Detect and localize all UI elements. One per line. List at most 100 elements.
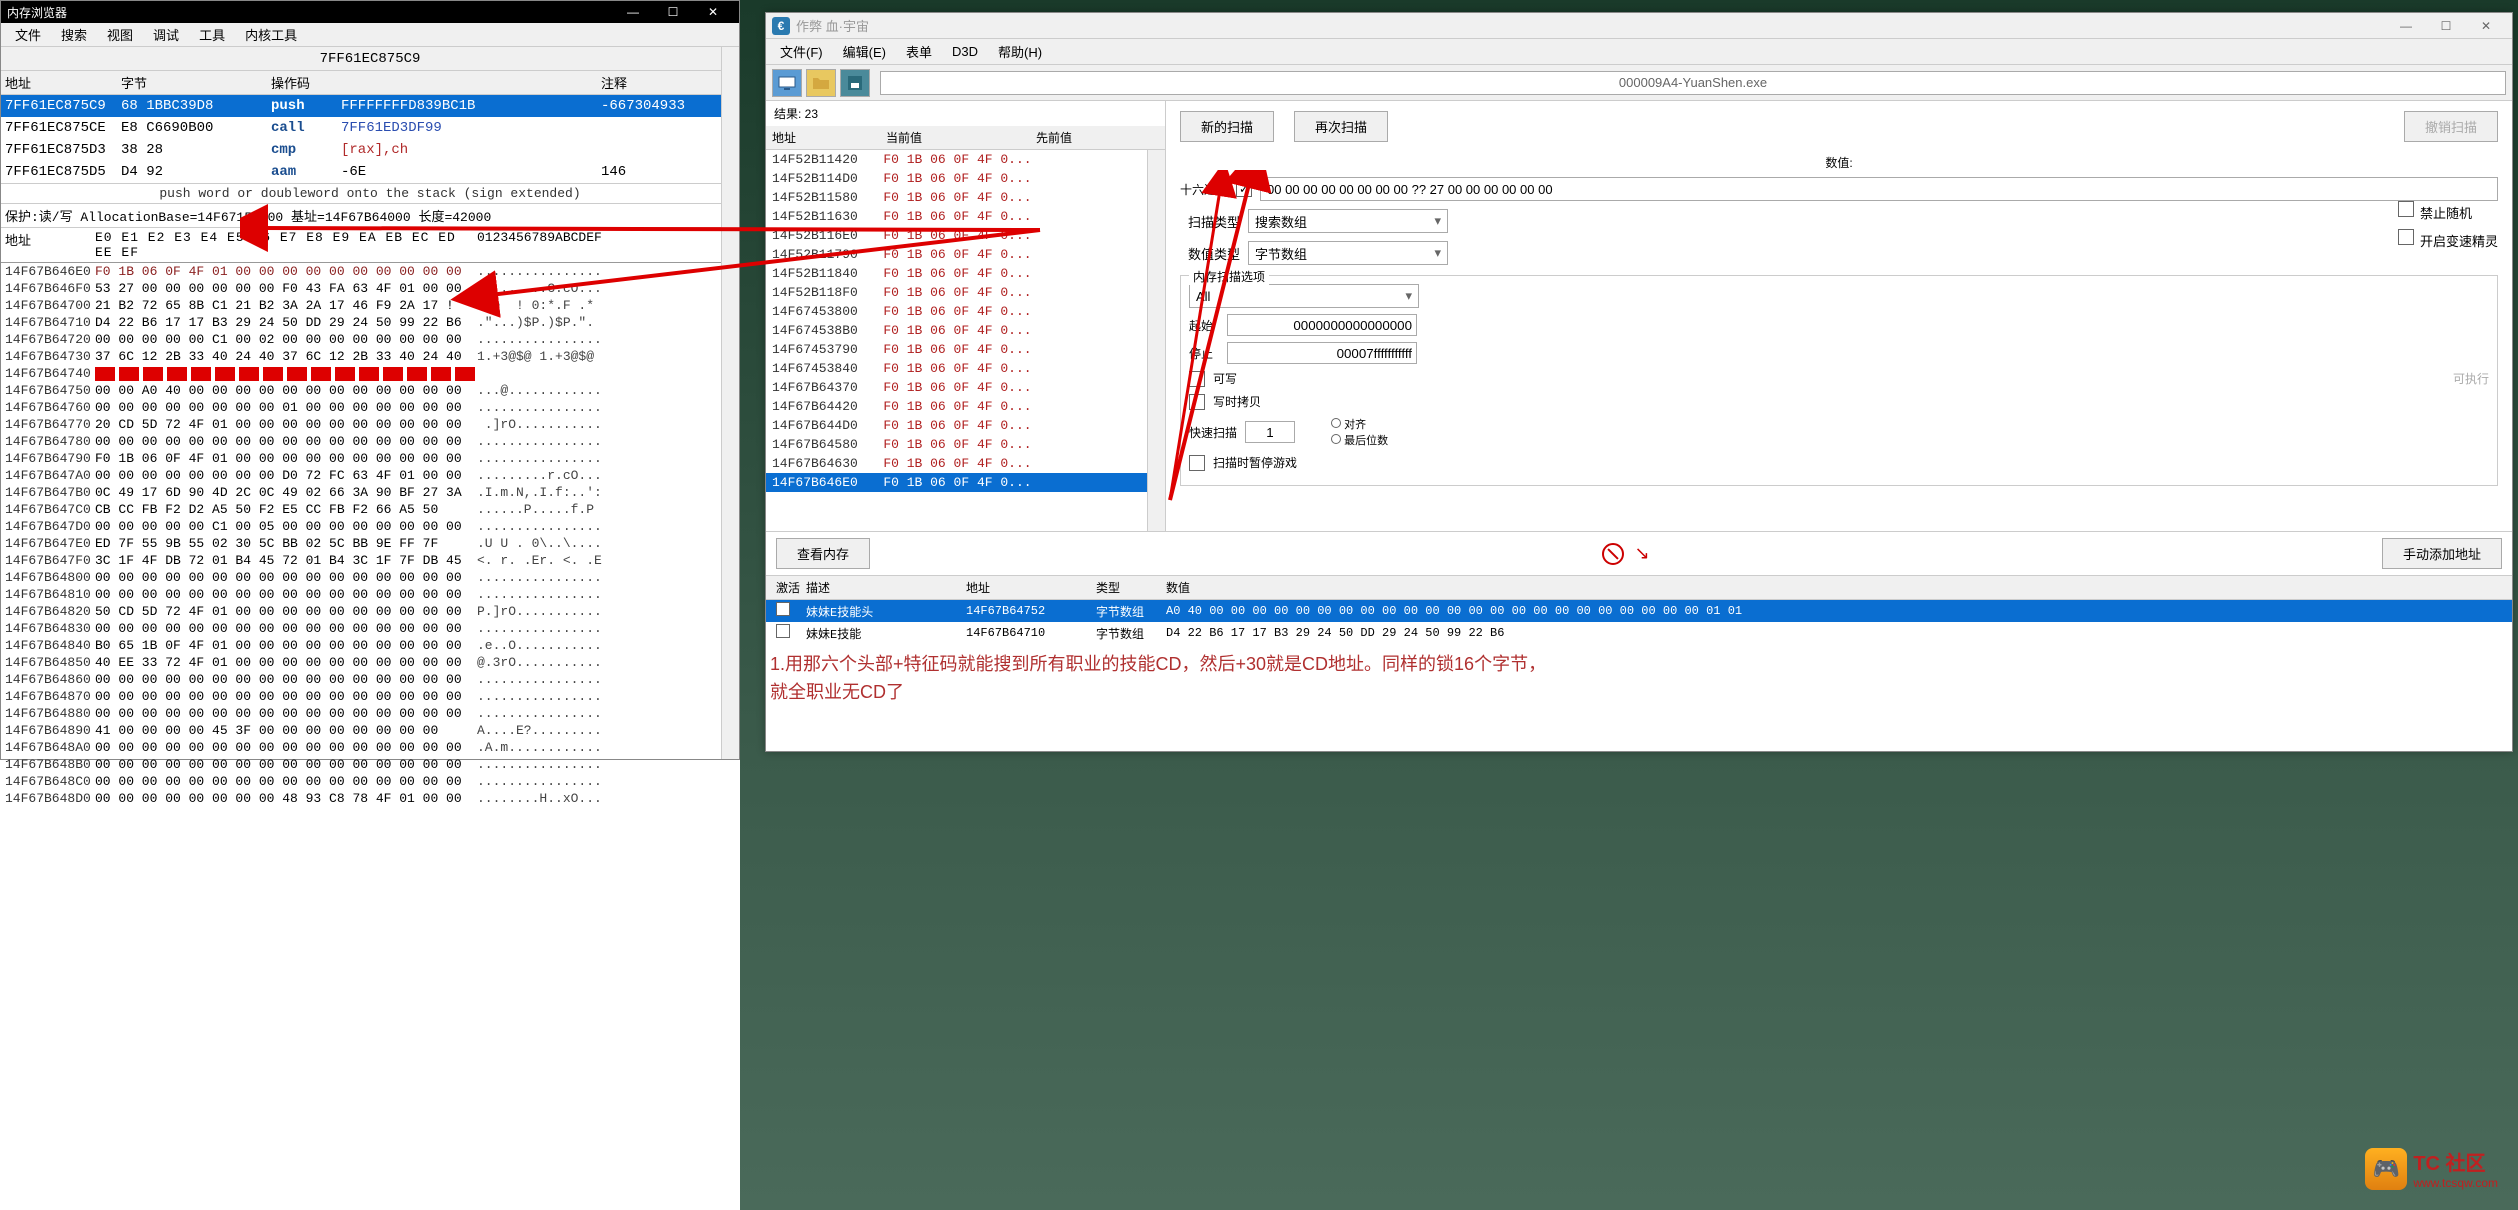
result-row[interactable]: 14F52B11630F0 1B 06 0F 4F 0... (766, 207, 1147, 226)
hex-row[interactable]: 14F67B647F03C 1F 4F DB 72 01 B4 45 72 01… (1, 552, 739, 569)
result-row[interactable]: 14F67B64370F0 1B 06 0F 4F 0... (766, 378, 1147, 397)
pause-checkbox[interactable] (1189, 455, 1205, 471)
result-row[interactable]: 14F67453840F0 1B 06 0F 4F 0... (766, 359, 1147, 378)
save-button[interactable] (840, 69, 870, 97)
arrow-down-icon[interactable]: ↘ (1634, 543, 1649, 564)
start-input[interactable] (1227, 314, 1417, 336)
menu-item[interactable]: 视图 (97, 23, 143, 46)
hex-row[interactable]: 14F67B64790F0 1B 06 0F 4F 01 00 00 00 00… (1, 450, 739, 467)
address-bar[interactable]: 7FF61EC875C9 (1, 47, 739, 71)
hex-row[interactable]: 14F67B6487000 00 00 00 00 00 00 00 00 00… (1, 688, 739, 705)
result-row[interactable]: 14F674538B0F0 1B 06 0F 4F 0... (766, 321, 1147, 340)
view-memory-button[interactable]: 查看内存 (776, 538, 870, 569)
hex-row[interactable]: 14F67B6475000 00 A0 40 00 00 00 00 00 00… (1, 382, 739, 399)
close-button[interactable]: ✕ (693, 1, 733, 23)
hex-row[interactable]: 14F67B6483000 00 00 00 00 00 00 00 00 00… (1, 620, 739, 637)
open-file-button[interactable] (806, 69, 836, 97)
no-random-checkbox[interactable] (2398, 201, 2414, 217)
hex-row[interactable]: 14F67B647E0ED 7F 55 9B 55 02 30 5C BB 02… (1, 535, 739, 552)
menu-item[interactable]: 帮助(H) (988, 40, 1052, 63)
writable-checkbox[interactable] (1189, 371, 1205, 387)
open-process-button[interactable] (772, 69, 802, 97)
manual-add-button[interactable]: 手动添加地址 (2382, 538, 2502, 569)
table-row[interactable]: 妹妹E技能头14F67B64752字节数组A0 40 00 00 00 00 0… (766, 600, 2512, 622)
scan-type-select[interactable]: 搜索数组 (1248, 209, 1448, 233)
hex-row[interactable]: 14F67B6476000 00 00 00 00 00 00 00 01 00… (1, 399, 739, 416)
hex-row[interactable]: 14F67B6481000 00 00 00 00 00 00 00 00 00… (1, 586, 739, 603)
table-row[interactable]: 妹妹E技能14F67B64710字节数组D4 22 B6 17 17 B3 29… (766, 622, 2512, 644)
menu-item[interactable]: 文件 (5, 23, 51, 46)
hex-row[interactable]: 14F67B6472000 00 00 00 00 C1 00 02 00 00… (1, 331, 739, 348)
hex-row[interactable]: 14F67B6478000 00 00 00 00 00 00 00 00 00… (1, 433, 739, 450)
left-scrollbar[interactable] (721, 47, 739, 759)
hex-row[interactable]: 14F67B647D000 00 00 00 00 C1 00 05 00 00… (1, 518, 739, 535)
process-name[interactable]: 000009A4-YuanShen.exe (880, 71, 2506, 95)
result-row[interactable]: 14F67B64580F0 1B 06 0F 4F 0... (766, 435, 1147, 454)
result-scrollbar[interactable] (1147, 150, 1165, 531)
hex-row[interactable]: 14F67B64740 (1, 365, 739, 382)
result-row[interactable]: 14F52B116E0F0 1B 06 0F 4F 0... (766, 226, 1147, 245)
menu-item[interactable]: 文件(F) (770, 40, 833, 63)
hex-rows[interactable]: 14F67B646E0F0 1B 06 0F 4F 01 00 00 00 00… (1, 263, 739, 807)
hex-row[interactable]: 14F67B6489041 00 00 00 00 45 3F 00 00 00… (1, 722, 739, 739)
hex-row[interactable]: 14F67B6486000 00 00 00 00 00 00 00 00 00… (1, 671, 739, 688)
hex-row[interactable]: 14F67B648D000 00 00 00 00 00 00 00 48 93… (1, 790, 739, 807)
menu-item[interactable]: 编辑(E) (833, 40, 896, 63)
hex-row[interactable]: 14F67B647B00C 49 17 6D 90 4D 2C 0C 49 02… (1, 484, 739, 501)
hex-row[interactable]: 14F67B6473037 6C 12 2B 33 40 24 40 37 6C… (1, 348, 739, 365)
hex-row[interactable]: 14F67B64710D4 22 B6 17 17 B3 29 24 50 DD… (1, 314, 739, 331)
hex-row[interactable]: 14F67B648B000 00 00 00 00 00 00 00 00 00… (1, 756, 739, 773)
cow-checkbox[interactable] (1189, 394, 1205, 410)
menu-item[interactable]: 表单 (896, 40, 942, 63)
menu-item[interactable]: 搜索 (51, 23, 97, 46)
right-titlebar[interactable]: € 作弊 血·宇宙 — ☐ ✕ (766, 13, 2512, 39)
hex-row[interactable]: 14F67B646E0F0 1B 06 0F 4F 01 00 00 00 00… (1, 263, 739, 280)
left-titlebar[interactable]: 内存浏览器 — ☐ ✕ (1, 1, 739, 23)
menu-item[interactable]: 调试 (143, 23, 189, 46)
disasm-row[interactable]: 7FF61EC875CEE8 C6690B00call7FF61ED3DF99 (1, 117, 739, 139)
stop-input[interactable] (1227, 342, 1417, 364)
result-list[interactable]: 14F52B11420F0 1B 06 0F 4F 0...14F52B114D… (766, 150, 1147, 531)
speed-checkbox[interactable] (2398, 229, 2414, 245)
maximize-button[interactable]: ☐ (2426, 14, 2466, 38)
value-type-select[interactable]: 字节数组 (1248, 241, 1448, 265)
fast-input[interactable] (1245, 421, 1295, 443)
result-row[interactable]: 14F67B64630F0 1B 06 0F 4F 0... (766, 454, 1147, 473)
minimize-button[interactable]: — (613, 1, 653, 23)
hex-row[interactable]: 14F67B64840B0 65 1B 0F 4F 01 00 00 00 00… (1, 637, 739, 654)
hex-row[interactable]: 14F67B648C000 00 00 00 00 00 00 00 00 00… (1, 773, 739, 790)
result-row[interactable]: 14F67B646E0F0 1B 06 0F 4F 0... (766, 473, 1147, 492)
disasm-row[interactable]: 7FF61EC875D338 28cmp[rax],ch (1, 139, 739, 161)
maximize-button[interactable]: ☐ (653, 1, 693, 23)
result-row[interactable]: 14F52B11420F0 1B 06 0F 4F 0... (766, 150, 1147, 169)
result-row[interactable]: 14F67B644D0F0 1B 06 0F 4F 0... (766, 416, 1147, 435)
result-row[interactable]: 14F52B11790F0 1B 06 0F 4F 0... (766, 245, 1147, 264)
menu-item[interactable]: 工具 (189, 23, 235, 46)
hex-row[interactable]: 14F67B6470021 B2 72 65 8B C1 21 B2 3A 2A… (1, 297, 739, 314)
minimize-button[interactable]: — (2386, 14, 2426, 38)
hex-row[interactable]: 14F67B647C0CB CC FB F2 D2 A5 50 F2 E5 CC… (1, 501, 739, 518)
hex-row[interactable]: 14F67B6488000 00 00 00 00 00 00 00 00 00… (1, 705, 739, 722)
hex-row[interactable]: 14F67B648A000 00 00 00 00 00 00 00 00 00… (1, 739, 739, 756)
memory-region-select[interactable]: All (1189, 284, 1419, 308)
hex-row[interactable]: 14F67B6480000 00 00 00 00 00 00 00 00 00… (1, 569, 739, 586)
result-row[interactable]: 14F52B118F0F0 1B 06 0F 4F 0... (766, 283, 1147, 302)
hex-row[interactable]: 14F67B6485040 EE 33 72 4F 01 00 00 00 00… (1, 654, 739, 671)
value-input[interactable] (1260, 177, 2498, 201)
menu-item[interactable]: D3D (942, 42, 988, 61)
hex-row[interactable]: 14F67B646F053 27 00 00 00 00 00 00 F0 43… (1, 280, 739, 297)
menu-item[interactable]: 内核工具 (235, 23, 307, 46)
disasm-row[interactable]: 7FF61EC875C968 1BBC39D8pushFFFFFFFFD839B… (1, 95, 739, 117)
close-button[interactable]: ✕ (2466, 14, 2506, 38)
result-row[interactable]: 14F67453800F0 1B 06 0F 4F 0... (766, 302, 1147, 321)
forbid-icon[interactable] (1602, 543, 1624, 565)
result-row[interactable]: 14F52B114D0F0 1B 06 0F 4F 0... (766, 169, 1147, 188)
hex-row[interactable]: 14F67B647A000 00 00 00 00 00 00 00 D0 72… (1, 467, 739, 484)
result-row[interactable]: 14F67B64420F0 1B 06 0F 4F 0... (766, 397, 1147, 416)
result-row[interactable]: 14F67453790F0 1B 06 0F 4F 0... (766, 340, 1147, 359)
hex-row[interactable]: 14F67B6482050 CD 5D 72 4F 01 00 00 00 00… (1, 603, 739, 620)
new-scan-button[interactable]: 新的扫描 (1180, 111, 1274, 142)
disasm-row[interactable]: 7FF61EC875D5D4 92aam-6E146 (1, 161, 739, 183)
hex-checkbox[interactable] (1236, 181, 1252, 197)
undo-scan-button[interactable]: 撤销扫描 (2404, 111, 2498, 142)
